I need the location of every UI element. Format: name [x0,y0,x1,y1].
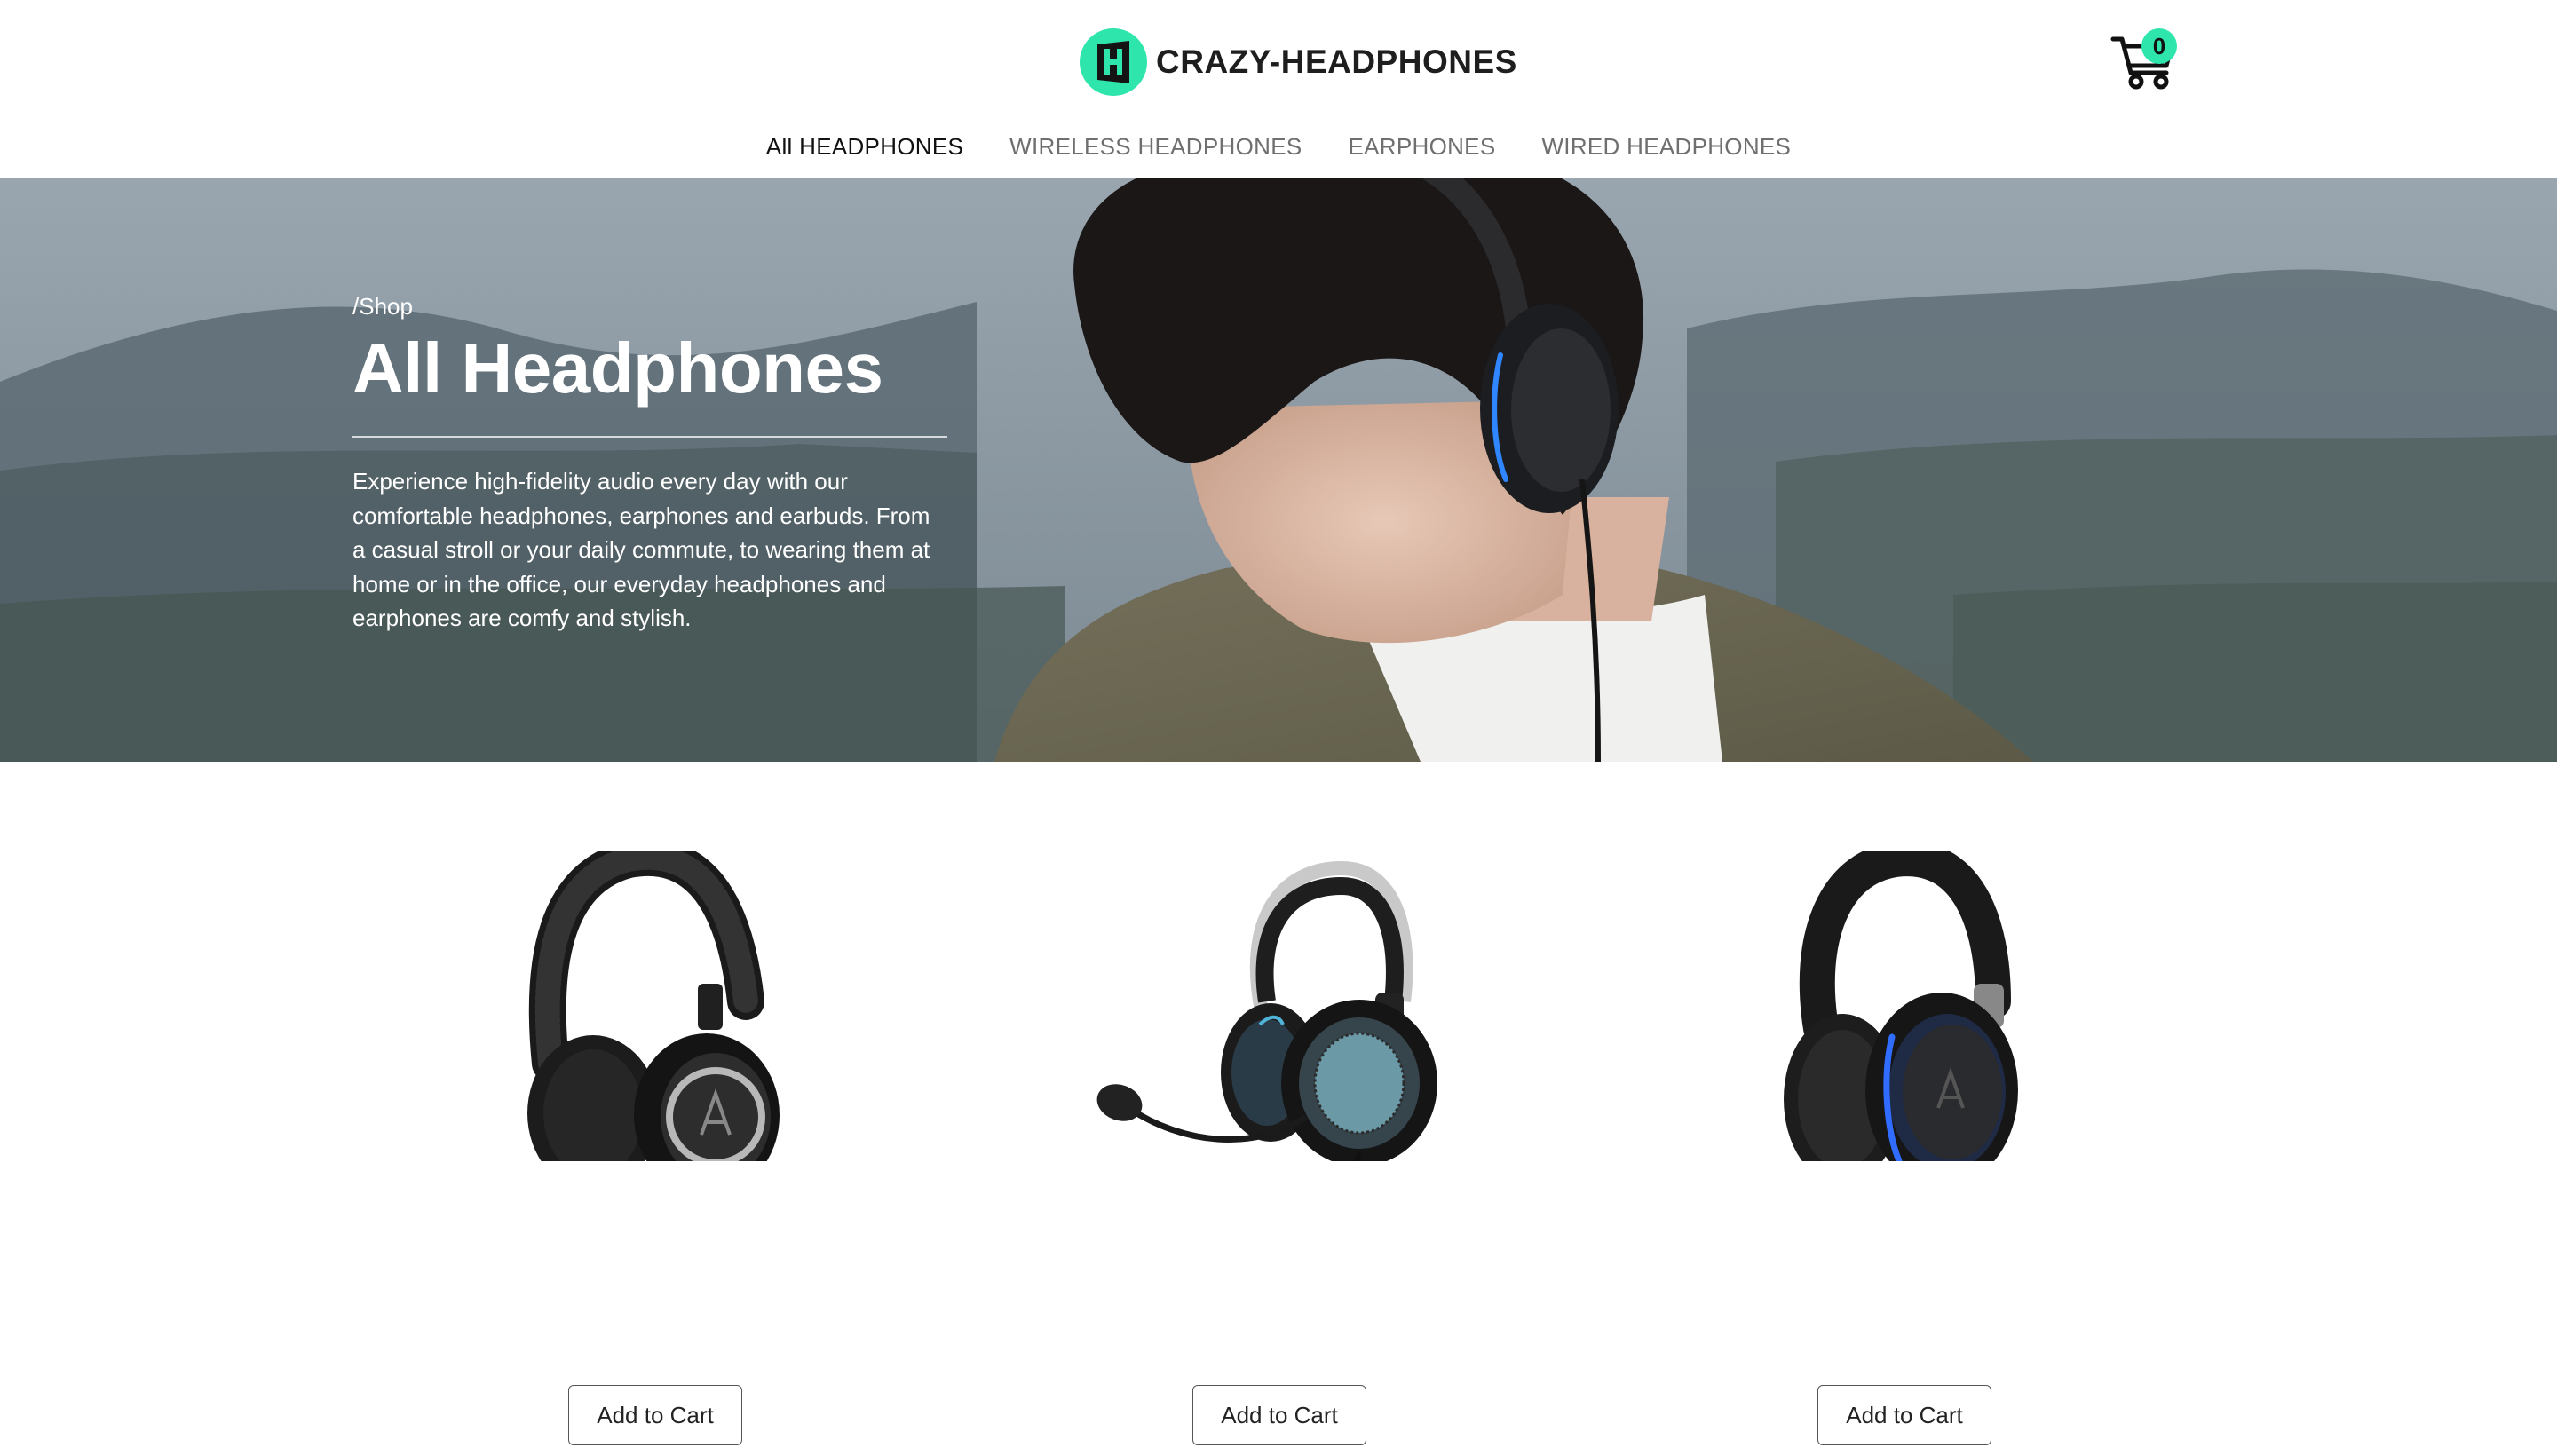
cart-count-badge: 0 [2141,28,2177,64]
nav-earphones[interactable]: EARPHONES [1349,133,1496,161]
product-card: Add to Cart [1093,762,1466,1456]
product-card: Add to Cart [469,762,842,1456]
add-to-cart-button[interactable]: Add to Cart [568,1385,742,1445]
hero-content: /Shop All Headphones Experience high-fid… [352,293,947,636]
product-grid: Add to Cart Add to Cart Add to Cart [0,762,2557,1456]
cart-button[interactable]: 0 [2110,27,2184,91]
logo-h-icon [1080,28,1147,96]
breadcrumb[interactable]: /Shop [352,293,947,320]
add-to-cart-button[interactable]: Add to Cart [1817,1385,1991,1445]
title-divider [352,436,947,438]
brand-name: CRAZY-HEADPHONES [1156,44,1517,80]
nav-wired-headphones[interactable]: WIRED HEADPHONES [1541,133,1791,161]
hero-banner: /Shop All Headphones Experience high-fid… [0,178,2557,762]
add-to-cart-button[interactable]: Add to Cart [1192,1385,1366,1445]
category-nav: All HEADPHONES WIRELESS HEADPHONES EARPH… [0,133,2557,161]
site-header: CRAZY-HEADPHONES 0 All HEADPHONES WIRELE… [0,0,2557,178]
blue-accent-headphones-icon[interactable] [1718,851,2091,1161]
brand-logo[interactable]: CRAZY-HEADPHONES [1080,27,1517,98]
page-title: All Headphones [352,328,883,408]
over-ear-headphones-icon[interactable] [469,851,842,1161]
hero-description: Experience high-fidelity audio every day… [352,468,930,631]
gaming-headset-icon[interactable] [1093,851,1466,1161]
product-card: Add to Cart [1718,762,2091,1456]
nav-all-headphones[interactable]: All HEADPHONES [766,133,963,161]
nav-wireless-headphones[interactable]: WIRELESS HEADPHONES [1009,133,1302,161]
